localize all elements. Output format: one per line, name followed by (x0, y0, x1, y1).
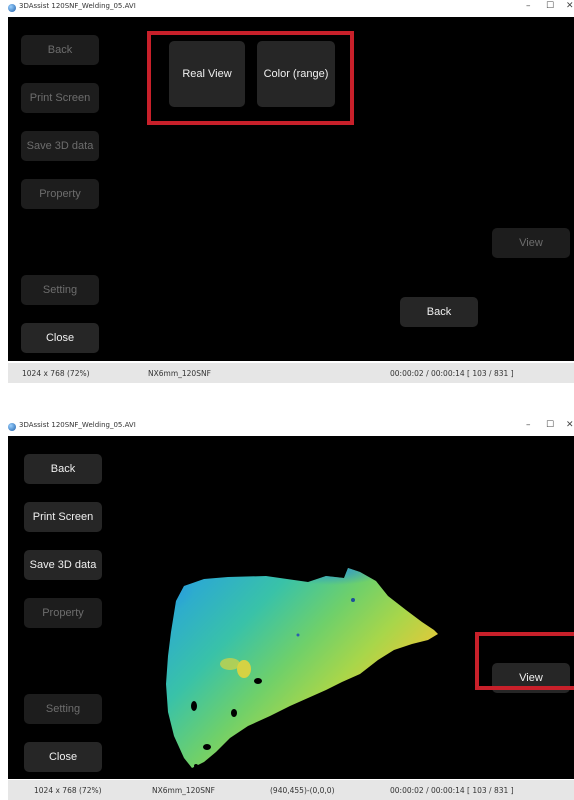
status-model: NX6mm_120SNF (152, 786, 215, 795)
print-screen-button[interactable]: Print Screen (21, 83, 99, 113)
status-coordinates: (940,455)-(0,0,0) (270, 786, 335, 795)
back-button[interactable]: Back (21, 35, 99, 65)
window-title: 3DAssist 120SNF_Welding_05.AVI (19, 2, 136, 10)
status-model: NX6mm_120SNF (148, 369, 211, 378)
highlight-box-view-modes (147, 31, 354, 125)
app-window-1: 3DAssist 120SNF_Welding_05.AVI – ☐ ✕ Bac… (0, 0, 574, 385)
title-bar: 3DAssist 120SNF_Welding_05.AVI – ☐ ✕ (0, 0, 574, 16)
back-popup-button[interactable]: Back (400, 297, 478, 327)
status-bar: 1024 x 768 (72%) NX6mm_120SNF (940,455)-… (8, 780, 574, 800)
minimize-icon[interactable]: – (526, 1, 531, 11)
close-window-icon[interactable]: ✕ (566, 1, 574, 11)
app-logo-icon (8, 423, 16, 431)
setting-button[interactable]: Setting (21, 275, 99, 305)
app-logo-icon (8, 4, 16, 12)
maximize-icon[interactable]: ☐ (546, 420, 554, 430)
minimize-icon[interactable]: – (526, 420, 531, 430)
3d-viewport[interactable]: Back Print Screen Save 3D data Property … (8, 436, 574, 779)
3d-point-cloud-render[interactable] (8, 436, 574, 779)
view-button[interactable]: View (492, 228, 570, 258)
status-resolution: 1024 x 768 (72%) (34, 786, 102, 795)
maximize-icon[interactable]: ☐ (546, 1, 554, 11)
status-time: 00:00:02 / 00:00:14 [ 103 / 831 ] (390, 786, 514, 795)
title-bar: 3DAssist 120SNF_Welding_05.AVI – ☐ ✕ (0, 419, 574, 435)
highlight-box-view-button (475, 632, 574, 690)
close-button[interactable]: Close (21, 323, 99, 353)
close-window-icon[interactable]: ✕ (566, 420, 574, 430)
property-button[interactable]: Property (21, 179, 99, 209)
app-window-2: 3DAssist 120SNF_Welding_05.AVI – ☐ ✕ Bac… (0, 419, 574, 800)
window-title: 3DAssist 120SNF_Welding_05.AVI (19, 421, 136, 429)
save-3d-data-button[interactable]: Save 3D data (21, 131, 99, 161)
status-resolution: 1024 x 768 (72%) (22, 369, 90, 378)
status-bar: 1024 x 768 (72%) NX6mm_120SNF 00:00:02 /… (8, 363, 574, 383)
status-time: 00:00:02 / 00:00:14 [ 103 / 831 ] (390, 369, 514, 378)
